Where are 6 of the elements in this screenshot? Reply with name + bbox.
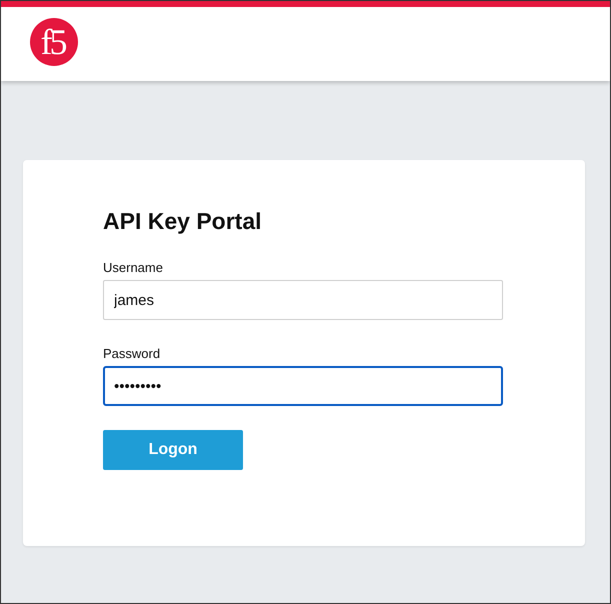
field-label: Password — [103, 346, 160, 361]
logo-icon: f5 — [30, 18, 78, 66]
field-label: Username — [103, 260, 163, 275]
page-title: API Key Portal — [103, 208, 262, 235]
input-field[interactable]: james — [103, 280, 503, 320]
input-field[interactable]: ••••••••• — [103, 366, 503, 406]
